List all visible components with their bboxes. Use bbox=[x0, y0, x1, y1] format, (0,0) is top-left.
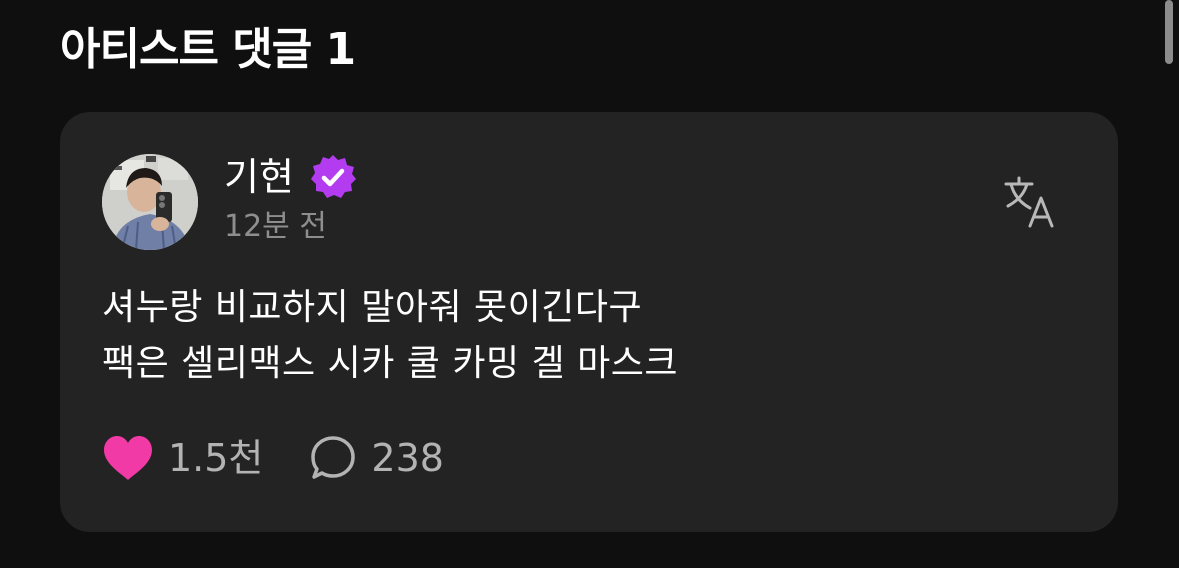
comment-time: 12분 전 bbox=[224, 209, 327, 244]
scrollbar-thumb[interactable] bbox=[1165, 0, 1173, 64]
like-count: 1.5천 bbox=[168, 436, 264, 480]
comment-bubble-icon bbox=[311, 436, 356, 479]
comment-actions: 1.5천 238 bbox=[102, 434, 444, 482]
comment-body: 셔누랑 비교하지 말아줘 못이긴다구 팩은 셀리맥스 시카 쿨 카밍 겔 마스크 bbox=[102, 280, 678, 392]
author-row: 기현 bbox=[224, 152, 358, 202]
avatar[interactable] bbox=[102, 154, 198, 250]
like-button[interactable]: 1.5천 bbox=[102, 434, 263, 482]
avatar-photo-icon bbox=[102, 154, 198, 250]
section-title: 아티스트 댓글 1 bbox=[60, 24, 356, 75]
comment-count: 238 bbox=[371, 436, 444, 480]
author-name[interactable]: 기현 bbox=[224, 153, 294, 201]
translate-icon[interactable] bbox=[1002, 174, 1058, 230]
comment-card[interactable]: 기현 12분 전 셔누랑 비교하지 말아줘 못이긴다구 팩은 셀리맥스 시카 쿨… bbox=[60, 112, 1118, 532]
heart-icon bbox=[104, 436, 152, 480]
artist-comments-section: 아티스트 댓글 1 기현 12분 전 셔누랑 비교하지 말아줘 못이긴다구 팩은… bbox=[0, 0, 1179, 568]
reply-button[interactable]: 238 bbox=[309, 434, 444, 482]
verified-badge-icon bbox=[310, 155, 356, 198]
comment-line: 팩은 셀리맥스 시카 쿨 카밍 겔 마스크 bbox=[102, 343, 678, 384]
comment-line: 셔누랑 비교하지 말아줘 못이긴다구 bbox=[102, 287, 643, 328]
